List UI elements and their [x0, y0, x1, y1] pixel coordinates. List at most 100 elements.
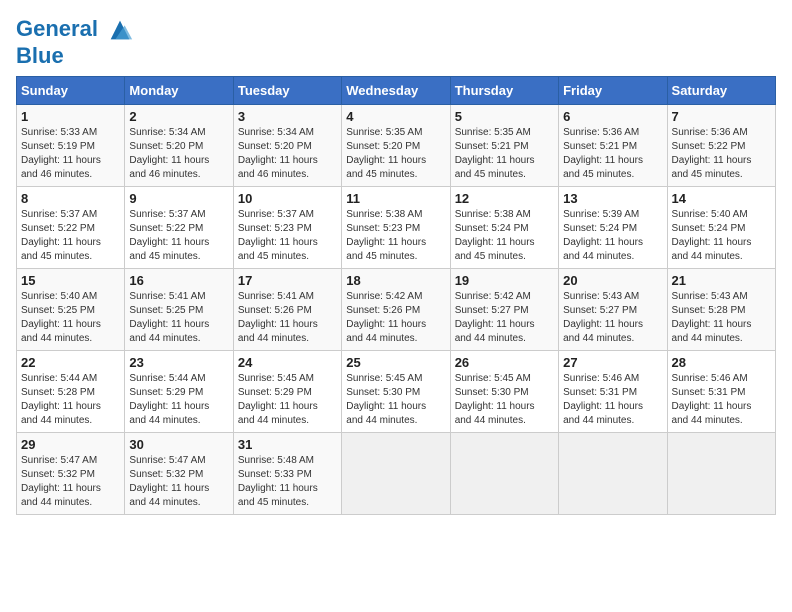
- day-number: 3: [238, 109, 337, 124]
- day-number: 14: [672, 191, 771, 206]
- day-info: Sunrise: 5:47 AM Sunset: 5:32 PM Dayligh…: [129, 454, 228, 510]
- day-info: Sunrise: 5:45 AM Sunset: 5:30 PM Dayligh…: [346, 372, 445, 428]
- day-number: 6: [563, 109, 662, 124]
- day-info: Sunrise: 5:43 AM Sunset: 5:27 PM Dayligh…: [563, 290, 662, 346]
- day-number: 5: [455, 109, 554, 124]
- day-info: Sunrise: 5:42 AM Sunset: 5:26 PM Dayligh…: [346, 290, 445, 346]
- day-info: Sunrise: 5:42 AM Sunset: 5:27 PM Dayligh…: [455, 290, 554, 346]
- day-number: 19: [455, 273, 554, 288]
- calendar-cell: 15 Sunrise: 5:40 AM Sunset: 5:25 PM Dayli…: [17, 269, 125, 351]
- calendar-week-1: 1Sunrise: 5:33 AM Sunset: 5:19 PM Daylig…: [17, 105, 776, 187]
- calendar-cell: [342, 433, 450, 515]
- day-number: 24: [238, 355, 337, 370]
- day-number: 18: [346, 273, 445, 288]
- column-header-friday: Friday: [559, 77, 667, 105]
- calendar-table: SundayMondayTuesdayWednesdayThursdayFrid…: [16, 76, 776, 515]
- column-header-saturday: Saturday: [667, 77, 775, 105]
- day-number: 8: [21, 191, 120, 206]
- day-number: 21: [672, 273, 771, 288]
- column-header-tuesday: Tuesday: [233, 77, 341, 105]
- day-info: Sunrise: 5:37 AM Sunset: 5:22 PM Dayligh…: [21, 208, 120, 264]
- day-info: Sunrise: 5:35 AM Sunset: 5:21 PM Dayligh…: [455, 126, 554, 182]
- calendar-header-row: SundayMondayTuesdayWednesdayThursdayFrid…: [17, 77, 776, 105]
- day-number: 4: [346, 109, 445, 124]
- day-number: 9: [129, 191, 228, 206]
- day-number: 26: [455, 355, 554, 370]
- day-number: 10: [238, 191, 337, 206]
- day-number: 11: [346, 191, 445, 206]
- day-info: Sunrise: 5:43 AM Sunset: 5:28 PM Dayligh…: [672, 290, 771, 346]
- calendar-cell: 2 Sunrise: 5:34 AM Sunset: 5:20 PM Daylig…: [125, 105, 233, 187]
- day-info: Sunrise: 5:46 AM Sunset: 5:31 PM Dayligh…: [672, 372, 771, 428]
- day-number: 7: [672, 109, 771, 124]
- calendar-cell: 8 Sunrise: 5:37 AM Sunset: 5:22 PM Daylig…: [17, 187, 125, 269]
- day-info: Sunrise: 5:39 AM Sunset: 5:24 PM Dayligh…: [563, 208, 662, 264]
- day-info: Sunrise: 5:34 AM Sunset: 5:20 PM Dayligh…: [238, 126, 337, 182]
- calendar-cell: 16Sunrise: 5:41 AM Sunset: 5:25 PM Dayli…: [125, 269, 233, 351]
- logo: General Blue: [16, 16, 134, 68]
- day-number: 17: [238, 273, 337, 288]
- calendar-cell: 29Sunrise: 5:47 AM Sunset: 5:32 PM Dayli…: [17, 433, 125, 515]
- calendar-cell: 31Sunrise: 5:48 AM Sunset: 5:33 PM Dayli…: [233, 433, 341, 515]
- day-number: 25: [346, 355, 445, 370]
- day-info: Sunrise: 5:40 AM Sunset: 5:25 PM Dayligh…: [21, 290, 120, 346]
- day-info: Sunrise: 5:38 AM Sunset: 5:24 PM Dayligh…: [455, 208, 554, 264]
- day-info: Sunrise: 5:41 AM Sunset: 5:26 PM Dayligh…: [238, 290, 337, 346]
- column-header-monday: Monday: [125, 77, 233, 105]
- calendar-cell: 13 Sunrise: 5:39 AM Sunset: 5:24 PM Dayli…: [559, 187, 667, 269]
- calendar-cell: 12 Sunrise: 5:38 AM Sunset: 5:24 PM Dayli…: [450, 187, 558, 269]
- day-info: Sunrise: 5:34 AM Sunset: 5:20 PM Dayligh…: [129, 126, 228, 182]
- day-number: 23: [129, 355, 228, 370]
- calendar-cell: 20 Sunrise: 5:43 AM Sunset: 5:27 PM Dayli…: [559, 269, 667, 351]
- day-number: 20: [563, 273, 662, 288]
- day-number: 31: [238, 437, 337, 452]
- calendar-week-5: 29 Sunrise: 5:47 AM Sunset: 5:32 PM Dayli…: [17, 433, 776, 515]
- calendar-cell: 6 Sunrise: 5:36 AM Sunset: 5:21 PM Daylig…: [559, 105, 667, 187]
- calendar-cell: 7 Sunrise: 5:36 AM Sunset: 5:22 PM Daylig…: [667, 105, 775, 187]
- calendar-cell: 17 Sunrise: 5:41 AM Sunset: 5:26 PM Dayli…: [233, 269, 341, 351]
- day-info: Sunrise: 5:36 AM Sunset: 5:22 PM Dayligh…: [672, 126, 771, 182]
- calendar-cell: 25 Sunrise: 5:45 AM Sunset: 5:30 PM Dayli…: [342, 351, 450, 433]
- calendar-cell: 14 Sunrise: 5:40 AM Sunset: 5:24 PM Dayli…: [667, 187, 775, 269]
- day-number: 29: [21, 437, 120, 452]
- day-info: Sunrise: 5:38 AM Sunset: 5:23 PM Dayligh…: [346, 208, 445, 264]
- column-header-wednesday: Wednesday: [342, 77, 450, 105]
- calendar-cell: 18 Sunrise: 5:42 AM Sunset: 5:26 PM Dayli…: [342, 269, 450, 351]
- calendar-week-4: 22 Sunrise: 5:44 AM Sunset: 5:28 PM Dayli…: [17, 351, 776, 433]
- day-number: 15: [21, 273, 120, 288]
- day-number: 28: [672, 355, 771, 370]
- day-info: Sunrise: 5:44 AM Sunset: 5:28 PM Dayligh…: [21, 372, 120, 428]
- calendar-week-3: 15 Sunrise: 5:40 AM Sunset: 5:25 PM Dayli…: [17, 269, 776, 351]
- day-number: 2: [129, 109, 228, 124]
- day-number: 12: [455, 191, 554, 206]
- calendar-cell: 1Sunrise: 5:33 AM Sunset: 5:19 PM Daylig…: [17, 105, 125, 187]
- calendar-cell: 19 Sunrise: 5:42 AM Sunset: 5:27 PM Dayli…: [450, 269, 558, 351]
- calendar-cell: 9 Sunrise: 5:37 AM Sunset: 5:22 PM Daylig…: [125, 187, 233, 269]
- calendar-cell: 30Sunrise: 5:47 AM Sunset: 5:32 PM Dayli…: [125, 433, 233, 515]
- calendar-cell: 22 Sunrise: 5:44 AM Sunset: 5:28 PM Dayli…: [17, 351, 125, 433]
- calendar-cell: 4 Sunrise: 5:35 AM Sunset: 5:20 PM Daylig…: [342, 105, 450, 187]
- day-info: Sunrise: 5:45 AM Sunset: 5:29 PM Dayligh…: [238, 372, 337, 428]
- logo-icon: [106, 16, 134, 44]
- day-info: Sunrise: 5:35 AM Sunset: 5:20 PM Dayligh…: [346, 126, 445, 182]
- calendar-cell: 23 Sunrise: 5:44 AM Sunset: 5:29 PM Dayli…: [125, 351, 233, 433]
- calendar-week-2: 8 Sunrise: 5:37 AM Sunset: 5:22 PM Daylig…: [17, 187, 776, 269]
- day-number: 16: [129, 273, 228, 288]
- calendar-cell: 5 Sunrise: 5:35 AM Sunset: 5:21 PM Daylig…: [450, 105, 558, 187]
- calendar-cell: 24 Sunrise: 5:45 AM Sunset: 5:29 PM Dayli…: [233, 351, 341, 433]
- day-number: 13: [563, 191, 662, 206]
- calendar-cell: 28 Sunrise: 5:46 AM Sunset: 5:31 PM Dayli…: [667, 351, 775, 433]
- day-number: 22: [21, 355, 120, 370]
- day-info: Sunrise: 5:40 AM Sunset: 5:24 PM Dayligh…: [672, 208, 771, 264]
- header: General Blue: [16, 16, 776, 68]
- day-info: Sunrise: 5:37 AM Sunset: 5:22 PM Dayligh…: [129, 208, 228, 264]
- calendar-cell: 21 Sunrise: 5:43 AM Sunset: 5:28 PM Dayli…: [667, 269, 775, 351]
- calendar-cell: [559, 433, 667, 515]
- day-info: Sunrise: 5:44 AM Sunset: 5:29 PM Dayligh…: [129, 372, 228, 428]
- day-info: Sunrise: 5:36 AM Sunset: 5:21 PM Dayligh…: [563, 126, 662, 182]
- calendar-cell: 26Sunrise: 5:45 AM Sunset: 5:30 PM Dayli…: [450, 351, 558, 433]
- calendar-cell: [667, 433, 775, 515]
- column-header-thursday: Thursday: [450, 77, 558, 105]
- day-info: Sunrise: 5:37 AM Sunset: 5:23 PM Dayligh…: [238, 208, 337, 264]
- calendar-cell: 3 Sunrise: 5:34 AM Sunset: 5:20 PM Daylig…: [233, 105, 341, 187]
